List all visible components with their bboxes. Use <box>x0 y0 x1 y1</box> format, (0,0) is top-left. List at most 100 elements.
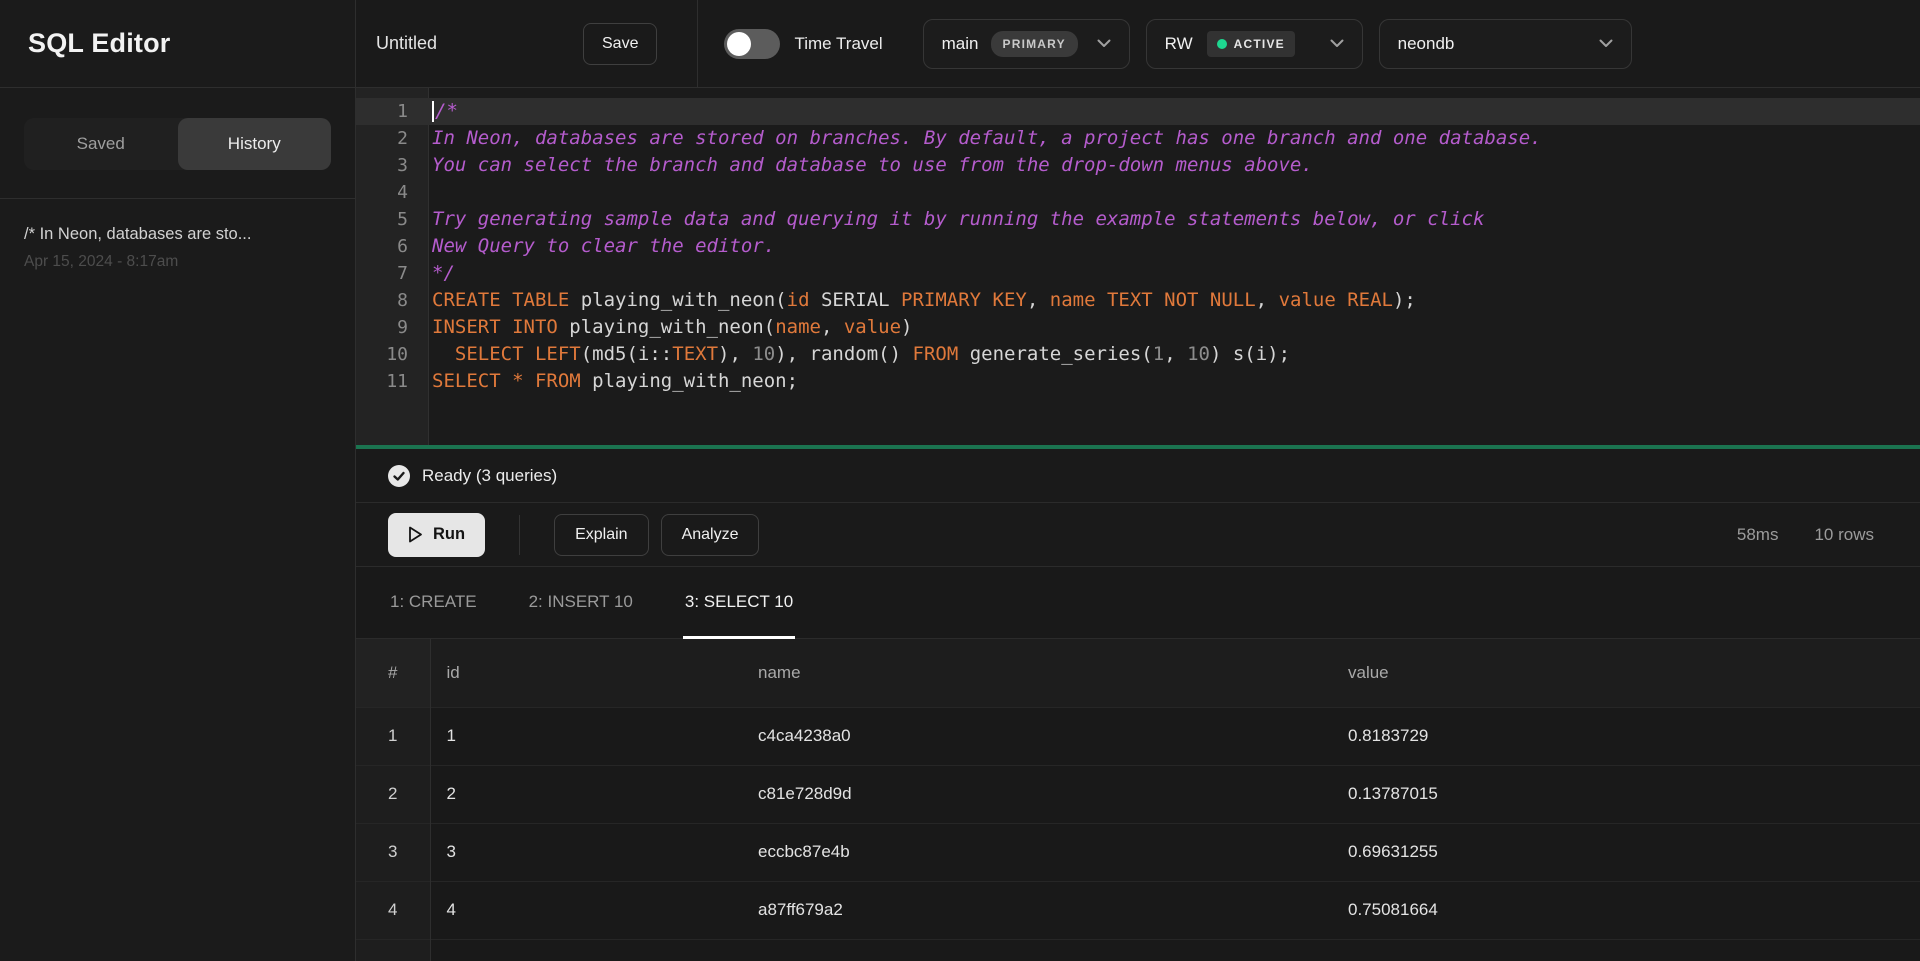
data-cell: 0.13787015 <box>1332 765 1920 823</box>
tab-saved[interactable]: Saved <box>24 118 178 170</box>
editor-line: 8CREATE TABLE playing_with_neon(id SERIA… <box>356 287 1920 314</box>
results-tab-2[interactable]: 2: INSERT 10 <box>527 567 635 639</box>
topbar-divider <box>697 0 698 88</box>
code-line-content: */ <box>428 260 455 287</box>
code-editor[interactable]: 1/*2In Neon, databases are stored on bra… <box>356 88 1920 445</box>
results-body: 11c4ca4238a00.818372922c81e728d9d0.13787… <box>356 707 1920 961</box>
sidebar-header: SQL Editor <box>0 0 355 88</box>
row-index-cell: 3 <box>356 823 430 881</box>
code-line-content: You can select the branch and database t… <box>428 152 1313 179</box>
chevron-down-icon <box>1599 39 1613 48</box>
time-travel-toggle[interactable] <box>724 29 780 59</box>
save-button[interactable]: Save <box>583 23 657 65</box>
data-cell: e4da3b7fbb <box>742 939 1332 961</box>
sidebar: SQL Editor Saved History /* In Neon, dat… <box>0 0 356 961</box>
results-table: #idnamevalue 11c4ca4238a00.818372922c81e… <box>356 639 1920 961</box>
code-line-content: SELECT LEFT(md5(i::TEXT), 10), random() … <box>428 341 1290 368</box>
text-cursor <box>432 101 434 122</box>
query-duration: 58ms <box>1737 525 1779 545</box>
line-number: 1 <box>356 98 428 125</box>
editor-topbar: Untitled Save Time Travel main PRIMARY R… <box>356 0 1920 88</box>
compute-select[interactable]: RW ACTIVE <box>1146 19 1363 69</box>
row-index-cell: 4 <box>356 881 430 939</box>
code-line-content: New Query to clear the editor. <box>428 233 775 260</box>
chevron-down-icon <box>1330 39 1344 48</box>
editor-line: 4 <box>356 179 1920 206</box>
editor-line: 3You can select the branch and database … <box>356 152 1920 179</box>
table-row: 44a87ff679a20.75081664 <box>356 881 1920 939</box>
editor-line: 1/* <box>356 98 1920 125</box>
line-number: 2 <box>356 125 428 152</box>
editor-line: 5Try generating sample data and querying… <box>356 206 1920 233</box>
branch-select[interactable]: main PRIMARY <box>923 19 1130 69</box>
actions-divider <box>519 515 520 555</box>
line-number: 5 <box>356 206 428 233</box>
results-tabs: 1: CREATE 2: INSERT 10 3: SELECT 10 <box>356 567 1920 639</box>
line-number: 10 <box>356 341 428 368</box>
sidebar-tabs: Saved History <box>0 88 355 199</box>
active-status-dot <box>1217 39 1227 49</box>
tab-history[interactable]: History <box>178 118 332 170</box>
code-line-content: Try generating sample data and querying … <box>428 206 1484 233</box>
data-cell: a87ff679a2 <box>742 881 1332 939</box>
results-tab-1[interactable]: 1: CREATE <box>388 567 479 639</box>
row-index-cell: 1 <box>356 707 430 765</box>
play-icon <box>408 526 423 543</box>
analyze-button[interactable]: Analyze <box>661 514 760 556</box>
line-number: 9 <box>356 314 428 341</box>
primary-badge: PRIMARY <box>991 31 1078 57</box>
data-cell: 5 <box>430 939 742 961</box>
main-panel: Untitled Save Time Travel main PRIMARY R… <box>356 0 1920 961</box>
data-cell: 2 <box>430 765 742 823</box>
branch-name: main <box>942 34 979 54</box>
column-header-value: value <box>1332 639 1920 707</box>
data-cell: c81e728d9d <box>742 765 1332 823</box>
results-header-row: #idnamevalue <box>356 639 1920 707</box>
status-row: Ready (3 queries) <box>356 449 1920 503</box>
history-item-timestamp: Apr 15, 2024 - 8:17am <box>24 253 331 271</box>
run-button[interactable]: Run <box>388 513 485 557</box>
query-name[interactable]: Untitled <box>376 33 583 54</box>
run-button-label: Run <box>433 525 465 544</box>
history-item-title: /* In Neon, databases are sto... <box>24 225 331 244</box>
column-header-row-number: # <box>356 639 430 707</box>
database-select[interactable]: neondb <box>1379 19 1632 69</box>
page-title: SQL Editor <box>28 28 171 59</box>
actions-row: Run Explain Analyze 58ms 10 rows <box>356 503 1920 567</box>
data-cell: 0.8183729 <box>1332 707 1920 765</box>
sql-editor-app: SQL Editor Saved History /* In Neon, dat… <box>0 0 1920 961</box>
editor-line: 10 SELECT LEFT(md5(i::TEXT), 10), random… <box>356 341 1920 368</box>
table-row: 55e4da3b7fbb0.2768157 <box>356 939 1920 961</box>
editor-line: 9INSERT INTO playing_with_neon(name, val… <box>356 314 1920 341</box>
data-cell: 4 <box>430 881 742 939</box>
editor-line: 11SELECT * FROM playing_with_neon; <box>356 368 1920 395</box>
data-cell: 0.2768157 <box>1332 939 1920 961</box>
table-row: 33eccbc87e4b0.69631255 <box>356 823 1920 881</box>
line-number: 7 <box>356 260 428 287</box>
chevron-down-icon <box>1097 39 1111 48</box>
data-cell: 3 <box>430 823 742 881</box>
code-line-content: /* <box>428 98 458 125</box>
results-tab-3[interactable]: 3: SELECT 10 <box>683 567 795 639</box>
code-line-content: CREATE TABLE playing_with_neon(id SERIAL… <box>428 287 1416 314</box>
editor-line: 6New Query to clear the editor. <box>356 233 1920 260</box>
result-row-count: 10 rows <box>1814 525 1874 545</box>
time-travel-label: Time Travel <box>794 34 882 54</box>
compute-name: RW <box>1165 34 1193 54</box>
code-line-content: In Neon, databases are stored on branche… <box>428 125 1542 152</box>
code-line-content: INSERT INTO playing_with_neon(name, valu… <box>428 314 913 341</box>
code-line-content: SELECT * FROM playing_with_neon; <box>428 368 798 395</box>
line-number: 8 <box>356 287 428 314</box>
data-cell: c4ca4238a0 <box>742 707 1332 765</box>
data-cell: 0.69631255 <box>1332 823 1920 881</box>
toggle-knob <box>727 32 751 56</box>
active-status-label: ACTIVE <box>1234 37 1285 51</box>
row-index-cell: 2 <box>356 765 430 823</box>
editor-line: 7*/ <box>356 260 1920 287</box>
column-header-name: name <box>742 639 1332 707</box>
data-cell: 1 <box>430 707 742 765</box>
history-list-item[interactable]: /* In Neon, databases are sto... Apr 15,… <box>0 199 355 271</box>
column-header-id: id <box>430 639 742 707</box>
explain-button[interactable]: Explain <box>554 514 648 556</box>
line-number: 11 <box>356 368 428 395</box>
